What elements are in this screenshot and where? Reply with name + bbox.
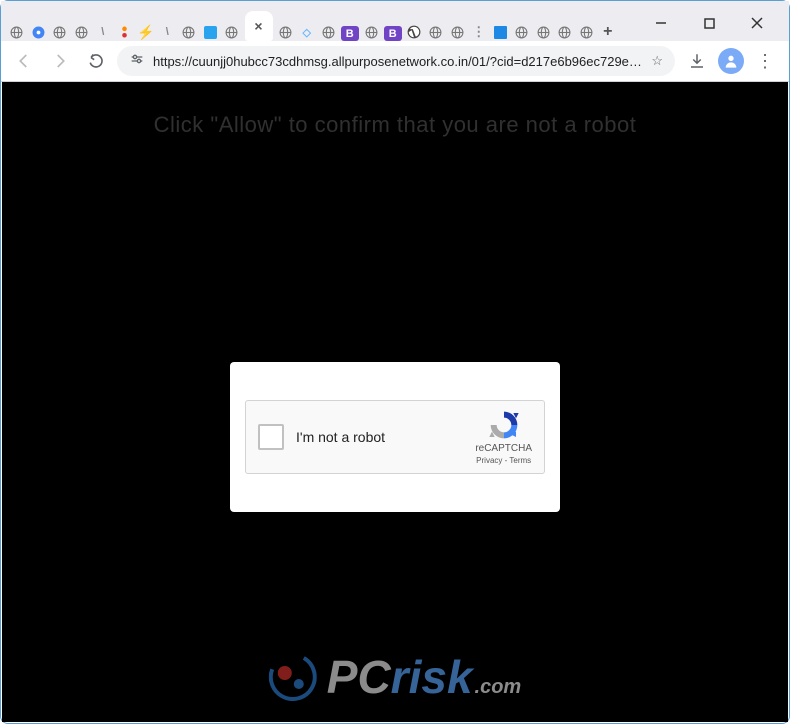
tab-7[interactable]: ⚡ — [137, 24, 155, 42]
address-bar[interactable]: https://cuunjj0hubcc73cdhmsg.allpurposen… — [117, 46, 675, 76]
new-tab-button[interactable]: + — [599, 24, 617, 42]
tab-13[interactable] — [277, 24, 295, 42]
toolbar: https://cuunjj0hubcc73cdhmsg.allpurposen… — [1, 41, 789, 81]
downloads-button[interactable] — [681, 45, 713, 77]
tab-4[interactable] — [73, 24, 91, 42]
tab-10[interactable] — [202, 24, 220, 42]
window-minimize[interactable] — [639, 8, 683, 38]
bookmark-star-icon[interactable]: ☆ — [651, 53, 663, 69]
nav-back[interactable] — [9, 46, 39, 76]
tab-24[interactable] — [513, 24, 531, 42]
tab-18[interactable]: B — [384, 26, 402, 41]
tab-9[interactable] — [180, 24, 198, 42]
recaptcha-brand-name: reCAPTCHA — [475, 443, 532, 454]
tab-17[interactable] — [363, 24, 381, 42]
tab-27[interactable] — [578, 24, 596, 42]
tab-strip: \ ⚡ \ × ◇ B B ⋮ + — [1, 1, 789, 41]
tab-11[interactable] — [223, 24, 241, 42]
watermark-part1: PC — [327, 650, 391, 704]
tab-25[interactable] — [535, 24, 553, 42]
tab-active[interactable]: × — [245, 11, 273, 41]
tab-6[interactable] — [116, 24, 134, 42]
url-text: https://cuunjj0hubcc73cdhmsg.allpurposen… — [153, 54, 643, 69]
window-close[interactable] — [735, 8, 779, 38]
tab-23[interactable] — [492, 24, 510, 42]
recaptcha-logo-icon — [488, 409, 520, 441]
nav-reload[interactable] — [81, 46, 111, 76]
tab-16[interactable]: B — [341, 26, 359, 41]
recaptcha-brand: reCAPTCHA Privacy - Terms — [475, 409, 532, 465]
tab-19[interactable] — [406, 24, 424, 42]
recaptcha-checkbox[interactable] — [258, 424, 284, 450]
tab-21[interactable] — [449, 24, 467, 42]
tab-22[interactable]: ⋮ — [470, 24, 488, 42]
window-maximize[interactable] — [687, 8, 731, 38]
tab-1[interactable] — [8, 24, 26, 42]
tab-8[interactable]: \ — [159, 24, 177, 42]
page-content: Click "Allow" to confirm that you are no… — [2, 82, 788, 722]
tab-2[interactable] — [30, 24, 48, 42]
tab-15[interactable] — [320, 24, 338, 42]
profile-button[interactable] — [715, 45, 747, 77]
avatar-icon — [718, 48, 744, 74]
tab-20[interactable] — [427, 24, 445, 42]
watermark-part3: .com — [475, 676, 522, 699]
tab-close-icon[interactable]: × — [254, 18, 262, 34]
page-headline: Click "Allow" to confirm that you are no… — [2, 112, 788, 138]
recaptcha-brand-links[interactable]: Privacy - Terms — [476, 456, 531, 465]
watermark-icon — [269, 653, 317, 701]
recaptcha-label: I'm not a robot — [296, 429, 385, 445]
watermark-part2: risk — [391, 650, 473, 704]
tab-3[interactable] — [51, 24, 69, 42]
tab-14[interactable]: ◇ — [298, 24, 316, 42]
watermark: PCrisk.com — [269, 650, 521, 704]
nav-forward[interactable] — [45, 46, 75, 76]
site-settings-icon[interactable] — [129, 53, 145, 69]
captcha-card: I'm not a robot reCAPTCHA Privacy - Term… — [230, 362, 560, 512]
tab-26[interactable] — [556, 24, 574, 42]
browser-chrome: \ ⚡ \ × ◇ B B ⋮ + ht — [1, 1, 789, 82]
menu-button[interactable]: ⋮ — [749, 45, 781, 77]
tab-5[interactable]: \ — [94, 24, 112, 42]
recaptcha-widget: I'm not a robot reCAPTCHA Privacy - Term… — [245, 400, 545, 474]
